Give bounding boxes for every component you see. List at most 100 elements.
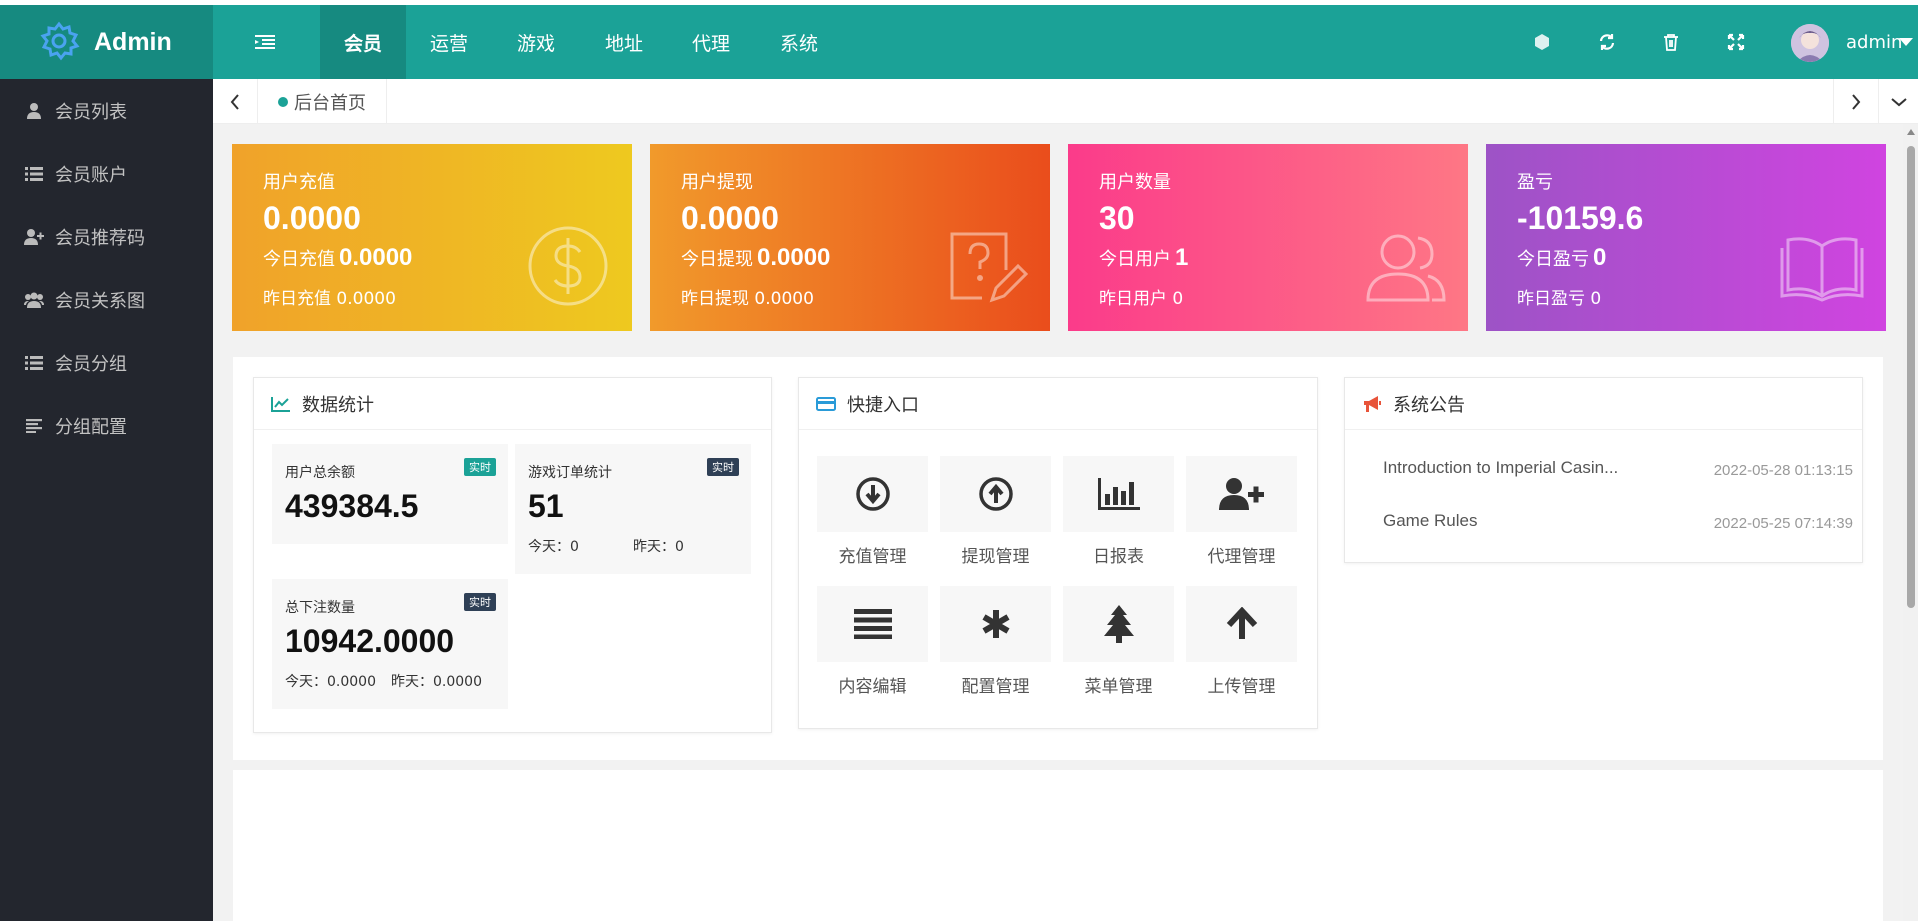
stat-card-users: 用户数量 30 今日用户 1 昨日用户 0 — [1068, 144, 1468, 331]
notice-panel: 系统公告 Introduction to Imperial Casin... 2… — [1344, 377, 1863, 563]
sidebar-item-label: 会员分组 — [55, 353, 127, 375]
data-box-label: 游戏订单统计 — [528, 465, 612, 481]
bullhorn-icon — [1361, 393, 1383, 415]
card-today-value: 0 — [1593, 244, 1607, 271]
sidebar-item-referral-code[interactable]: 会员推荐码 — [0, 205, 213, 268]
sidebar-item-member-group[interactable]: 会员分组 — [0, 331, 213, 394]
quick-item-recharge[interactable]: 充值管理 — [817, 456, 928, 567]
nav-item-member[interactable]: 会员 — [320, 5, 406, 79]
sidebar-item-group-config[interactable]: 分组配置 — [0, 394, 213, 457]
card-today: 今日用户 1 — [1099, 244, 1188, 272]
quick-item-withdraw[interactable]: 提现管理 — [940, 456, 1051, 567]
card-title: 用户充值 — [263, 172, 335, 193]
user-plus-icon — [1218, 478, 1264, 510]
scroll-up-arrow-icon[interactable] — [1903, 126, 1918, 138]
user-name[interactable]: admin — [1846, 5, 1902, 79]
brand-name: Admin — [94, 27, 172, 56]
chevron-left-icon[interactable] — [213, 79, 258, 124]
card-value: -10159.6 — [1517, 200, 1644, 236]
lower-panel — [233, 770, 1883, 921]
tab-home[interactable]: 后台首页 — [258, 79, 387, 124]
card-value: 30 — [1099, 200, 1135, 236]
nav-item-label: 运营 — [429, 32, 468, 55]
sidebar-item-member-list[interactable]: 会员列表 — [0, 79, 213, 142]
notice-panel-header: 系统公告 — [1345, 378, 1862, 430]
sidebar-item-member-account[interactable]: 会员账户 — [0, 142, 213, 205]
notice-date: 2022-05-25 07:14:39 — [1713, 515, 1853, 532]
nav-item-operations[interactable]: 运营 — [406, 5, 492, 79]
nav-item-agent[interactable]: 代理 — [668, 5, 754, 79]
nav-item-label: 游戏 — [516, 32, 555, 55]
realtime-badge: 实时 — [707, 458, 739, 476]
list-icon — [23, 352, 45, 374]
quick-item-config[interactable]: 配置管理 — [940, 586, 1051, 697]
quick-item-menu[interactable]: 菜单管理 — [1063, 586, 1174, 697]
users-outline-icon — [1366, 234, 1446, 302]
nav-item-label: 系统 — [779, 32, 818, 55]
stats-panel-header: 数据统计 — [254, 378, 771, 430]
credit-card-icon — [815, 393, 837, 415]
brand[interactable]: Admin — [0, 5, 213, 79]
data-box-total-balance: 用户总余额 实时 439384.5 — [272, 444, 508, 544]
notice-title[interactable]: Introduction to Imperial Casin... — [1383, 458, 1618, 478]
sidebar-item-label: 会员列表 — [55, 101, 127, 123]
menu-toggle-icon[interactable] — [245, 5, 285, 79]
caret-down-icon[interactable] — [1899, 5, 1913, 79]
scrollbar[interactable] — [1903, 124, 1918, 921]
tree-icon — [1103, 605, 1134, 643]
card-value: 0.0000 — [263, 200, 361, 236]
card-yesterday: 昨日充值 0.0000 — [263, 289, 396, 309]
data-box-today: 今天：0 — [528, 539, 579, 555]
data-box-yesterday: 昨天：0.0000 — [391, 674, 482, 690]
card-today: 今日盈亏 0 — [1517, 244, 1606, 272]
quick-item-label: 日报表 — [1093, 547, 1144, 567]
quick-item-upload[interactable]: 上传管理 — [1186, 586, 1297, 697]
avatar[interactable] — [1791, 24, 1829, 62]
card-today-label: 今日盈亏 — [1517, 249, 1589, 270]
stats-panel: 数据统计 用户总余额 实时 439384.5 游戏订单统计 实时 51 今天：0… — [253, 377, 772, 733]
users-icon — [23, 289, 45, 311]
quick-item-label: 提现管理 — [961, 547, 1030, 567]
user-icon — [23, 100, 45, 122]
fullscreen-icon[interactable] — [1716, 5, 1756, 79]
notice-item[interactable]: Introduction to Imperial Casin... 2022-0… — [1383, 458, 1853, 488]
sidebar-item-label: 分组配置 — [55, 416, 127, 438]
realtime-badge: 实时 — [464, 593, 496, 611]
card-today-label: 今日用户 — [1099, 249, 1171, 270]
cube-icon[interactable] — [1522, 5, 1562, 79]
card-today-value: 0.0000 — [339, 244, 413, 271]
nav-item-system[interactable]: 系统 — [756, 5, 842, 79]
card-value: 0.0000 — [681, 200, 779, 236]
question-edit-icon — [950, 232, 1028, 303]
sidebar: 会员列表 会员账户 会员推荐码 会员关系图 会员分组 分组配置 — [0, 79, 213, 921]
chevron-right-icon[interactable] — [1833, 79, 1878, 124]
card-today: 今日充值 0.0000 — [263, 244, 412, 272]
card-today-value: 0.0000 — [757, 244, 831, 271]
arrow-circle-up-icon — [978, 477, 1013, 511]
nav-item-games[interactable]: 游戏 — [493, 5, 579, 79]
align-left-icon — [23, 415, 45, 437]
quick-item-content-edit[interactable]: 内容编辑 — [817, 586, 928, 697]
quick-item-label: 菜单管理 — [1084, 677, 1153, 697]
card-title: 用户提现 — [681, 172, 753, 193]
sidebar-item-label: 会员推荐码 — [55, 227, 145, 249]
notice-item[interactable]: Game Rules 2022-05-25 07:14:39 — [1383, 511, 1853, 541]
sidebar-item-relation-graph[interactable]: 会员关系图 — [0, 268, 213, 331]
notice-panel-title: 系统公告 — [1393, 394, 1465, 416]
refresh-icon[interactable] — [1587, 5, 1627, 79]
card-today-label: 今日提现 — [681, 249, 753, 270]
quick-item-agent[interactable]: 代理管理 — [1186, 456, 1297, 567]
scrollbar-thumb[interactable] — [1907, 146, 1915, 608]
chevron-down-icon[interactable] — [1878, 79, 1918, 124]
trash-icon[interactable] — [1651, 5, 1691, 79]
quick-entry-panel: 快捷入口 充值管理 提现管理 日报表 代理管理 内容编辑 配置管理 菜单管理 上… — [798, 377, 1318, 729]
quick-item-daily-report[interactable]: 日报表 — [1063, 456, 1174, 567]
user-plus-icon — [23, 226, 45, 248]
nav-item-label: 代理 — [691, 32, 730, 55]
gear-logo-icon — [36, 19, 82, 65]
main-content: 用户充值 0.0000 今日充值 0.0000 昨日充值 0.0000 用户提现 … — [213, 124, 1903, 921]
nav-item-address[interactable]: 地址 — [581, 5, 667, 79]
card-today: 今日提现 0.0000 — [681, 244, 830, 272]
notice-title[interactable]: Game Rules — [1383, 511, 1477, 531]
bars-icon — [853, 609, 892, 639]
